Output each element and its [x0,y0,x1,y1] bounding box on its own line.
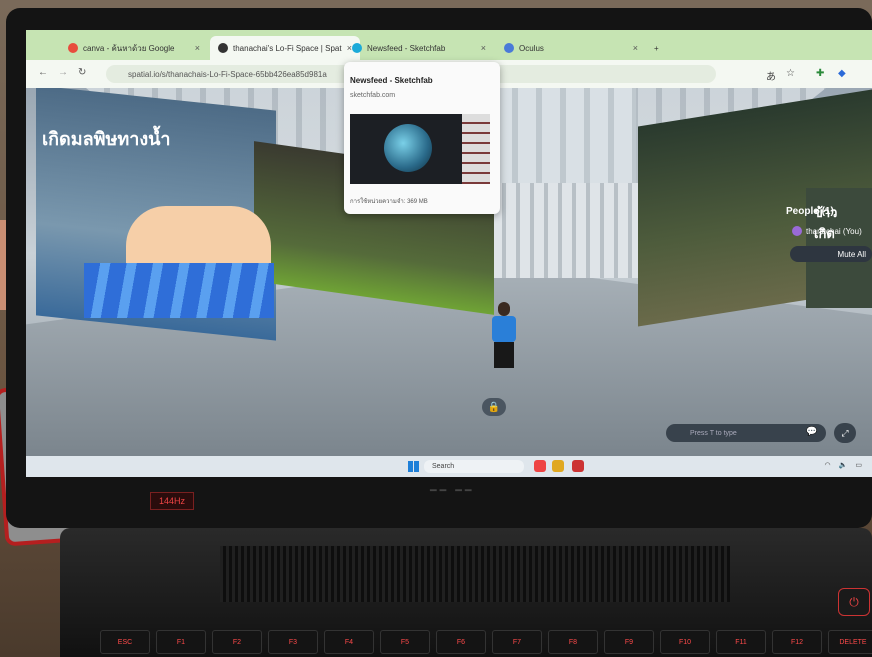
person-name: thanachai (You) [806,226,862,236]
chrome-taskbar-icon[interactable] [534,460,546,472]
close-icon[interactable]: × [195,43,200,53]
back-arrow-icon[interactable]: ← [38,67,48,78]
preview-host: sketchfab.com [350,92,396,99]
translate-icon[interactable]: あ [766,68,776,83]
refresh-rate-badge: 144Hz [150,492,194,510]
tab-label: Newsfeed - Sketchfab [367,43,446,53]
lock-icon[interactable]: 🔒 [482,398,506,416]
corridor-columns [492,183,642,278]
system-tray: ◠ 🔈 ▭ [825,461,862,469]
close-icon[interactable]: × [481,43,486,53]
poster-left-title: เกิดมลพิษทางน้ำ [42,129,171,149]
mute-all-button[interactable]: Mute All [790,246,872,262]
laptop-screen: canva - ค้นหาด้วย Google × thanachai's L… [26,30,872,477]
preview-title: Newsfeed - Sketchfab [350,76,433,85]
taskbar-search[interactable]: Search [424,460,524,473]
people-header: People (1) [786,206,834,217]
star-icon[interactable]: ☆ [786,68,795,79]
key-f5[interactable]: F5 [380,630,430,654]
function-key-row: ESC F1 F2 F3 F4 F5 F6 F7 F8 F9 F10 F11 F… [100,630,872,654]
chat-placeholder: Press T to type [690,429,737,437]
laptop-brand-logo: ━━ ━━ [430,485,475,497]
tab-sketchfab[interactable]: Newsfeed - Sketchfab × [344,36,494,60]
browser-tab-bar: canva - ค้นหาด้วย Google × thanachai's L… [26,30,872,60]
preview-thumbnail [350,114,490,184]
water-illustration [84,263,274,318]
key-f1[interactable]: F1 [156,630,206,654]
key-f3[interactable]: F3 [268,630,318,654]
key-f7[interactable]: F7 [492,630,542,654]
extension-icon-2[interactable]: ◆ [838,68,846,79]
tab-hover-preview: Newsfeed - Sketchfab sketchfab.com การใช… [344,62,500,214]
sketchfab-icon [352,43,362,53]
avatar-legs [494,342,514,368]
url-text: spatial.io/s/thanachais-Lo-Fi-Space-65bb… [128,69,327,79]
taskbar-search-text: Search [432,463,455,470]
keyboard-vent [220,546,730,602]
avatar-head [498,302,510,316]
key-f10[interactable]: F10 [660,630,710,654]
spatial-icon [218,43,228,53]
close-icon[interactable]: × [633,43,638,53]
tab-label: Oculus [519,43,544,53]
key-f9[interactable]: F9 [604,630,654,654]
key-f2[interactable]: F2 [212,630,262,654]
power-icon[interactable]: ⏻ [838,588,870,616]
app-taskbar-icon[interactable] [572,460,584,472]
reload-icon[interactable]: ↻ [78,67,86,78]
new-tab-button[interactable]: + [646,36,676,60]
forward-arrow-icon[interactable]: → [58,67,68,78]
extension-icon[interactable]: ✚ [816,68,824,79]
volume-icon[interactable]: 🔈 [839,461,848,469]
fullscreen-icon[interactable]: ⤢ [834,423,856,443]
google-icon [68,43,78,53]
avatar-body [492,316,516,342]
preview-sidebar [462,114,490,184]
key-f6[interactable]: F6 [436,630,486,654]
avatar-icon [792,226,802,236]
oculus-icon [504,43,514,53]
tab-oculus[interactable]: Oculus × [496,36,646,60]
battery-icon[interactable]: ▭ [855,461,862,469]
wifi-icon[interactable]: ◠ [825,461,831,469]
chat-icon[interactable]: 💬 [806,426,817,437]
preview-memory: การใช้หน่วยความจำ: 369 MB [350,199,428,205]
windows-taskbar: Search ◠ 🔈 ▭ [26,456,872,477]
key-esc[interactable]: ESC [100,630,150,654]
windows-start-icon[interactable] [408,461,419,472]
tab-label: thanachai's Lo-Fi Space | Spatial [233,43,342,53]
preview-orb [384,124,432,172]
tab-label: canva - ค้นหาด้วย Google [83,43,175,53]
chat-input[interactable]: Press T to type [666,424,826,442]
explorer-taskbar-icon[interactable] [552,460,564,472]
people-list-item[interactable]: thanachai (You) [792,226,862,236]
key-f11[interactable]: F11 [716,630,766,654]
tab-google[interactable]: canva - ค้นหาด้วย Google × [60,36,208,60]
key-f4[interactable]: F4 [324,630,374,654]
tab-spatial[interactable]: thanachai's Lo-Fi Space | Spatial × [210,36,360,60]
key-f8[interactable]: F8 [548,630,598,654]
key-delete[interactable]: DELETE [828,630,872,654]
key-f12[interactable]: F12 [772,630,822,654]
